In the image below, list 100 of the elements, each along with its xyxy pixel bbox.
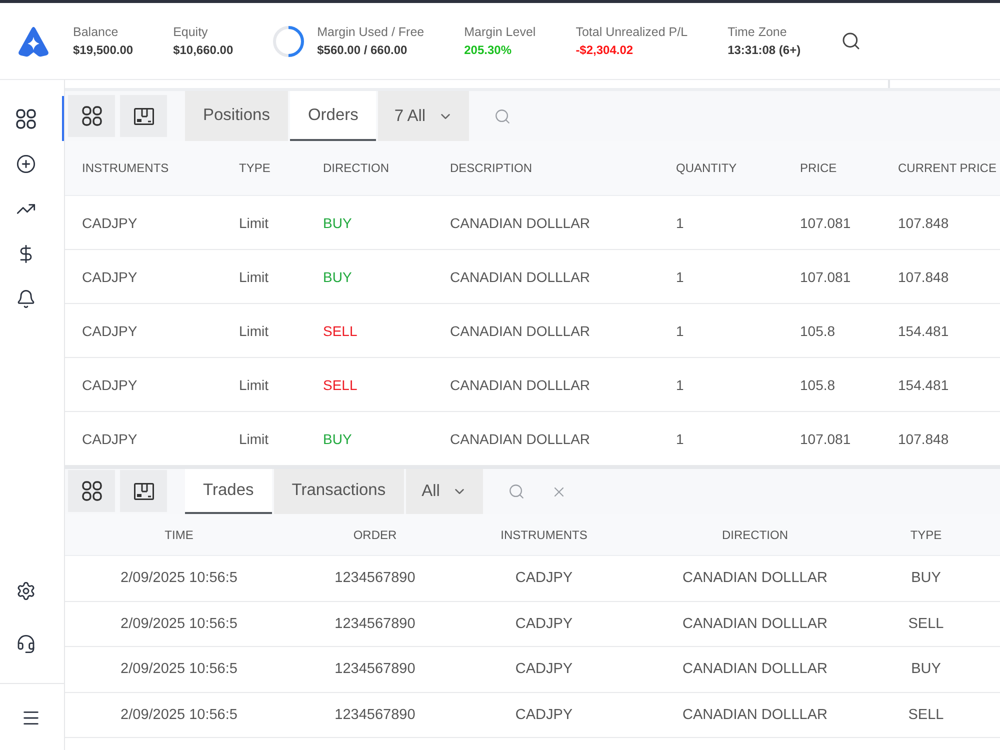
stat-label: Total Unrealized P/L	[576, 25, 688, 39]
table-cell-text: 154.481	[897, 322, 949, 338]
column-header: QUANTITY	[675, 161, 738, 175]
stat-label: Equity	[173, 25, 209, 39]
table-cell-text: 105.8	[799, 376, 836, 392]
table-cell: CADJPY	[515, 616, 573, 632]
toolbar-button[interactable]	[120, 470, 167, 512]
table-cell-text: 1	[675, 376, 684, 392]
table-cell: BUY	[911, 661, 941, 678]
column-header: TYPE	[238, 161, 272, 175]
table-cell-text: BUY	[322, 214, 352, 230]
settings-icon	[16, 580, 36, 600]
table-cell-text: CADJPY	[81, 376, 138, 392]
table-cell-text: CANADIAN DOLLLAR	[449, 430, 590, 446]
logo-icon	[18, 26, 49, 56]
table-cell: 1234567890	[334, 616, 416, 632]
column-header: DESCRIPTION	[449, 161, 534, 175]
table-cell-text: CANADIAN DOLLLAR	[449, 322, 590, 338]
table-cell-text: 1	[675, 430, 684, 446]
table-cell-text: CADJPY	[81, 430, 138, 446]
filter-dropdown[interactable]: All	[406, 469, 483, 514]
table-cell-text: Limit	[238, 322, 269, 338]
table-cell-text: CANADIAN DOLLLAR	[449, 376, 590, 392]
table-cell: SELL	[908, 616, 944, 632]
table-cell-text: 107.848	[897, 214, 949, 230]
toolbar-button[interactable]	[68, 95, 115, 137]
table-cell: CANADIAN DOLLLAR	[682, 706, 828, 723]
layout-icon	[134, 482, 154, 500]
table-cell-text: CANADIAN DOLLLAR	[449, 268, 590, 284]
table-cell-text: 105.8	[799, 322, 836, 338]
table-cell: CANADIAN DOLLLAR	[682, 661, 828, 678]
table-cell: BUY	[911, 570, 941, 586]
stat-label: Margin Level	[464, 25, 536, 39]
table-cell: 2/09/2025 10:56:5	[120, 616, 238, 632]
plus-circle-icon	[16, 154, 36, 174]
column-header: TIME	[164, 528, 194, 542]
table-cell-text: 107.081	[799, 214, 851, 230]
table-cell: 2/09/2025 10:56:5	[120, 706, 238, 723]
column-header: CURRENT PRICE	[897, 161, 998, 175]
table-cell-text: CANADIAN DOLLLAR	[449, 214, 590, 230]
table-cell-text: Limit	[238, 214, 269, 230]
tab[interactable]: Positions	[185, 91, 288, 141]
table-cell: SELL	[908, 706, 944, 723]
table-cell: 1234567890	[334, 661, 416, 678]
stat-value: $10,660.00	[173, 43, 234, 57]
column-header: INSTRUMENTS	[500, 528, 588, 542]
stat-value: $19,500.00	[73, 43, 134, 57]
layout-icon	[134, 108, 154, 124]
table-cell-text: 1	[675, 214, 684, 230]
stat-value: 13:31:08 (6+)	[728, 43, 801, 57]
column-header: DIRECTION	[721, 528, 789, 542]
table-cell-text: 1	[675, 268, 684, 284]
tab[interactable]: Orders	[290, 91, 376, 141]
headset-icon	[16, 634, 36, 654]
table-cell-text: Limit	[238, 268, 269, 284]
table-cell-text: BUY	[322, 268, 352, 284]
table-cell: CADJPY	[515, 706, 573, 723]
table-cell-text: SELL	[322, 322, 358, 338]
table-cell: 2/09/2025 10:56:5	[120, 570, 238, 586]
table-cell-text: 107.081	[799, 268, 851, 284]
table-cell-text: Limit	[238, 376, 269, 392]
table-cell: CADJPY	[515, 661, 573, 678]
table-cell-text: Limit	[238, 430, 269, 446]
tab[interactable]: Transactions	[274, 469, 404, 514]
table-cell-text: CADJPY	[81, 214, 138, 230]
stat-label: Time Zone	[728, 25, 788, 39]
grid-icon	[16, 108, 36, 128]
toolbar-button[interactable]	[120, 95, 167, 137]
stat-value: $560.00 / 660.00	[317, 43, 408, 57]
stat-value: -$2,304.02	[576, 43, 634, 57]
table-cell: 2/09/2025 10:56:5	[120, 661, 238, 678]
table-cell-text: 1	[675, 322, 684, 338]
grid-icon	[82, 481, 102, 501]
table-cell-text: CADJPY	[81, 322, 138, 338]
column-header: DIRECTION	[322, 161, 390, 175]
table-cell: CANADIAN DOLLLAR	[682, 616, 828, 632]
column-header: TYPE	[909, 528, 943, 542]
stat-value: 205.30%	[464, 43, 512, 57]
bell-icon	[16, 288, 36, 308]
table-cell-text: 107.848	[897, 430, 949, 446]
column-header: PRICE	[799, 161, 838, 175]
column-header: ORDER	[352, 528, 398, 542]
table-cell-text: CADJPY	[81, 268, 138, 284]
grid-icon	[82, 106, 102, 126]
table-cell: CANADIAN DOLLLAR	[682, 570, 828, 586]
table-cell-text: 107.081	[799, 430, 851, 446]
table-cell-text: SELL	[322, 376, 358, 392]
stat-label: Margin Used / Free	[317, 25, 424, 39]
toolbar-button[interactable]	[68, 470, 115, 512]
table-cell-text: BUY	[322, 430, 352, 446]
table-cell: 1234567890	[334, 570, 416, 586]
stat-label: Balance	[73, 25, 120, 39]
column-header: INSTRUMENTS	[81, 161, 170, 175]
filter-dropdown[interactable]: 7 All	[378, 91, 469, 141]
tab[interactable]: Trades	[185, 469, 272, 514]
table-cell-text: 154.481	[897, 376, 949, 392]
table-cell: CADJPY	[515, 570, 573, 586]
search-icon[interactable]	[840, 31, 861, 51]
table-cell-text: 107.848	[897, 268, 949, 284]
table-cell: 1234567890	[334, 706, 416, 723]
